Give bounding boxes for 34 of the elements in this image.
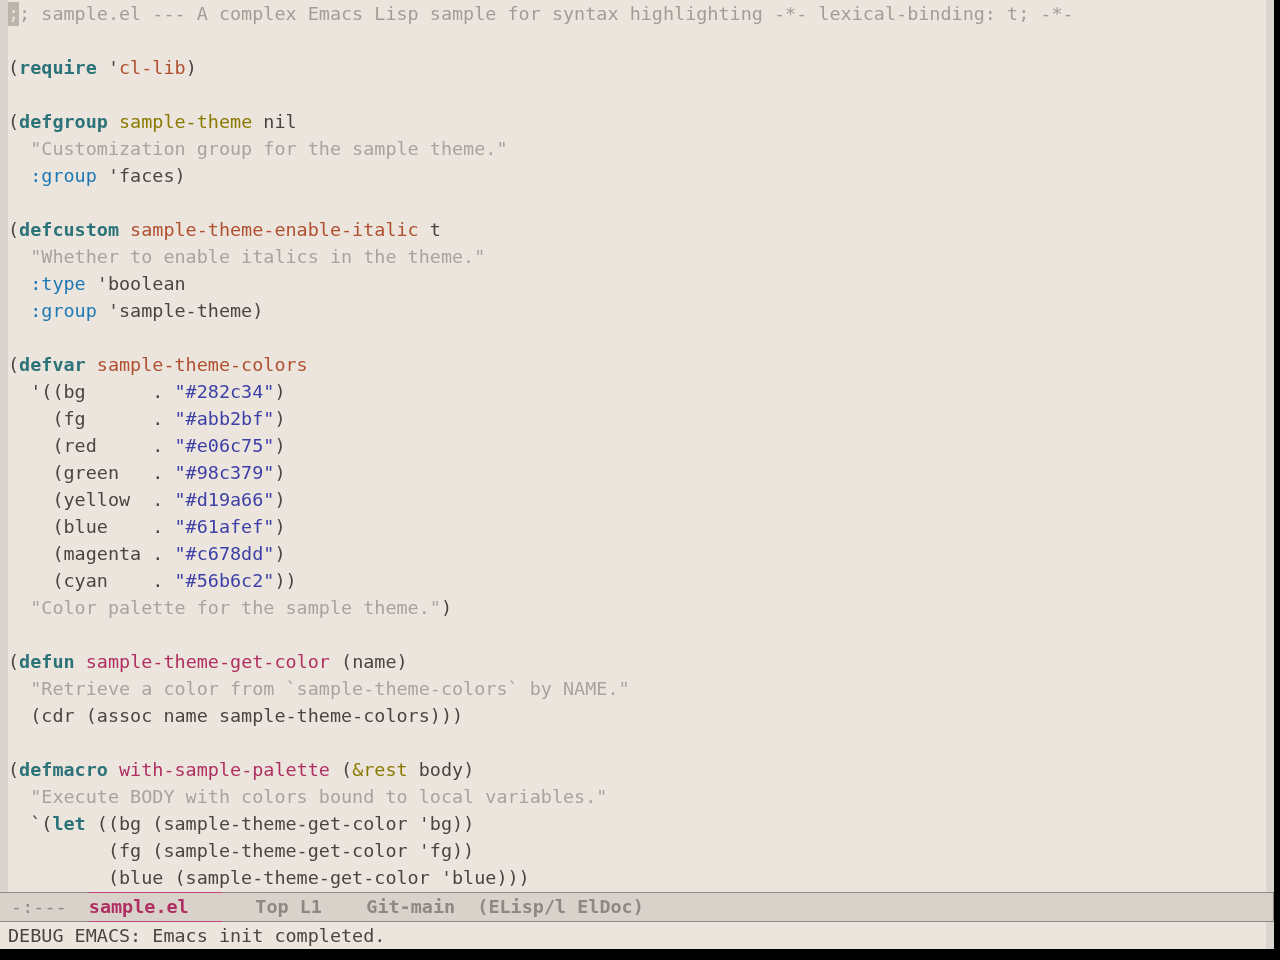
code-line: :group 'faces) (30, 165, 186, 186)
code-line: (blue (sample-theme-get-color 'blue))) (107, 867, 530, 888)
code-line: (yellow . "#d19a66") (52, 489, 286, 510)
code-line: (defvar sample-theme-colors (8, 354, 308, 375)
code-line: "Whether to enable italics in the theme." (30, 246, 486, 267)
vc-branch: Git-main (366, 895, 456, 919)
code-line: (defgroup sample-theme nil (8, 111, 297, 132)
major-mode: (ELisp/l ElDoc) (477, 895, 644, 919)
code-line: (blue . "#61afef") (52, 516, 286, 537)
text-cursor: ; (8, 2, 20, 26)
code-line: (defmacro with-sample-palette (&rest body) (8, 759, 475, 780)
code-line: `(let ((bg (sample-theme-get-color 'bg)) (30, 813, 475, 834)
code-line: ; sample.el --- A complex Emacs Lisp sample for syntax highlighting -*- lexical-binding: t; -*- (19, 3, 1074, 24)
code-line: (fg . "#abb2bf") (52, 408, 286, 429)
code-line: (red . "#e06c75") (52, 435, 286, 456)
echo-message: DEBUG EMACS: Emacs init completed. (8, 925, 386, 946)
code-line: "Color palette for the sample theme.") (30, 597, 453, 618)
code-line: "Execute BODY with colors bound to local variables." (30, 786, 608, 807)
cursor-position: Top L1 (255, 895, 322, 919)
code-line: (require 'cl-lib) (8, 57, 197, 78)
code-line: (fg (sample-theme-get-color 'fg)) (107, 840, 475, 861)
buffer-status: -:--- (11, 895, 67, 919)
code-line: (magenta . "#c678dd") (52, 543, 286, 564)
code-line: "Retrieve a color from `sample-theme-colors` by NAME." (30, 678, 630, 699)
code-line: (cyan . "#56b6c2")) (52, 570, 297, 591)
code-line: (defcustom sample-theme-enable-italic t (8, 219, 441, 240)
code-line: (cdr (assoc name sample-theme-colors))) (30, 705, 464, 726)
code-line: '((bg . "#282c34") (30, 381, 286, 402)
code-line: (green . "#98c379") (52, 462, 286, 483)
code-line: (defun sample-theme-get-color (name) (8, 651, 408, 672)
buffer-name: sample.el (88, 892, 222, 922)
code-line: :group 'sample-theme) (30, 300, 264, 321)
code-line: "Customization group for the sample theme." (30, 138, 508, 159)
code-line: :type 'boolean (30, 273, 186, 294)
